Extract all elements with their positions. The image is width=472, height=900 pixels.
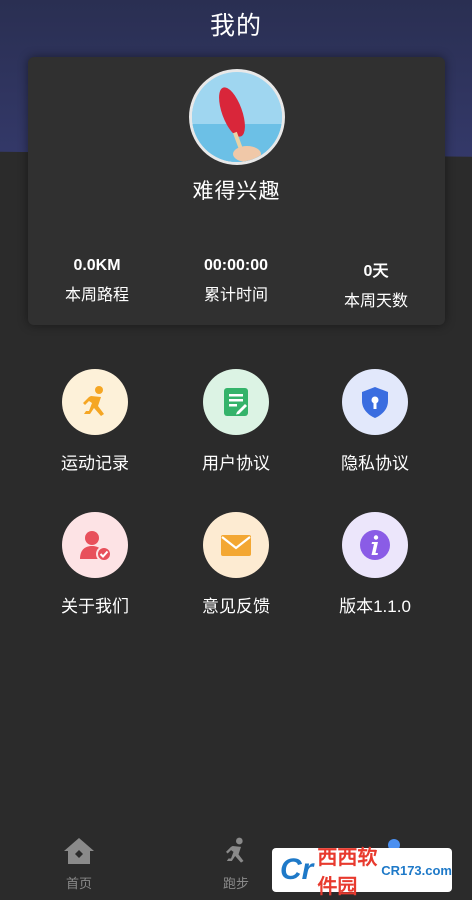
document-edit-icon xyxy=(203,369,269,435)
watermark-logo-mark: Cr xyxy=(280,853,314,886)
stat-value: 0.0KM xyxy=(73,257,121,274)
profile-card: 难得兴趣 0.0KM 本周路程 00:00:00 累计时间 0天 本周天数 xyxy=(28,57,445,325)
tab-running[interactable]: 跑步 xyxy=(196,836,276,892)
running-person-icon xyxy=(62,369,128,435)
user-check-icon xyxy=(62,512,128,578)
menu-item-user-agreement[interactable]: 用户协议 xyxy=(166,369,306,474)
home-icon xyxy=(64,838,94,864)
username: 难得兴趣 xyxy=(192,180,281,203)
stat-total-time: 00:00:00 累计时间 xyxy=(171,257,301,305)
stat-weekly-distance: 0.0KM 本周路程 xyxy=(32,257,162,305)
menu-label: 用户协议 xyxy=(202,454,270,473)
shield-icon xyxy=(342,369,408,435)
menu-label: 隐私协议 xyxy=(341,454,409,473)
avatar[interactable] xyxy=(189,69,285,165)
stat-label: 累计时间 xyxy=(203,287,268,304)
menu-item-feedback[interactable]: 意见反馈 xyxy=(166,512,306,617)
stat-label: 本周路程 xyxy=(64,287,129,304)
stat-label: 本周天数 xyxy=(343,293,408,310)
menu-item-exercise-record[interactable]: 运动记录 xyxy=(25,369,165,474)
watermark-brand: 西西软件园 xyxy=(317,847,378,898)
menu-label: 关于我们 xyxy=(61,597,129,616)
stat-value: 00:00:00 xyxy=(203,257,269,274)
running-icon xyxy=(226,837,244,863)
menu-item-privacy-agreement[interactable]: 隐私协议 xyxy=(305,369,445,474)
info-icon xyxy=(342,512,408,578)
watermark-site: CR173.com xyxy=(381,862,452,878)
avatar-image xyxy=(192,72,282,162)
menu-label: 版本1.1.0 xyxy=(339,597,411,616)
page-title: 我的 xyxy=(209,12,262,40)
menu-label: 运动记录 xyxy=(61,454,129,473)
envelope-icon xyxy=(203,512,269,578)
tab-home[interactable]: 首页 xyxy=(39,836,119,892)
tab-label: 跑步 xyxy=(222,876,249,891)
menu-item-version[interactable]: 版本1.1.0 xyxy=(305,512,445,617)
stat-weekly-days: 0天 本周天数 xyxy=(311,257,441,311)
stat-value: 0天 xyxy=(363,263,389,280)
watermark-logo: Cr 西西软件园 CR173.com xyxy=(272,847,452,898)
tab-label: 首页 xyxy=(65,876,92,891)
menu-label: 意见反馈 xyxy=(202,597,270,616)
menu-item-about-us[interactable]: 关于我们 xyxy=(25,512,165,617)
